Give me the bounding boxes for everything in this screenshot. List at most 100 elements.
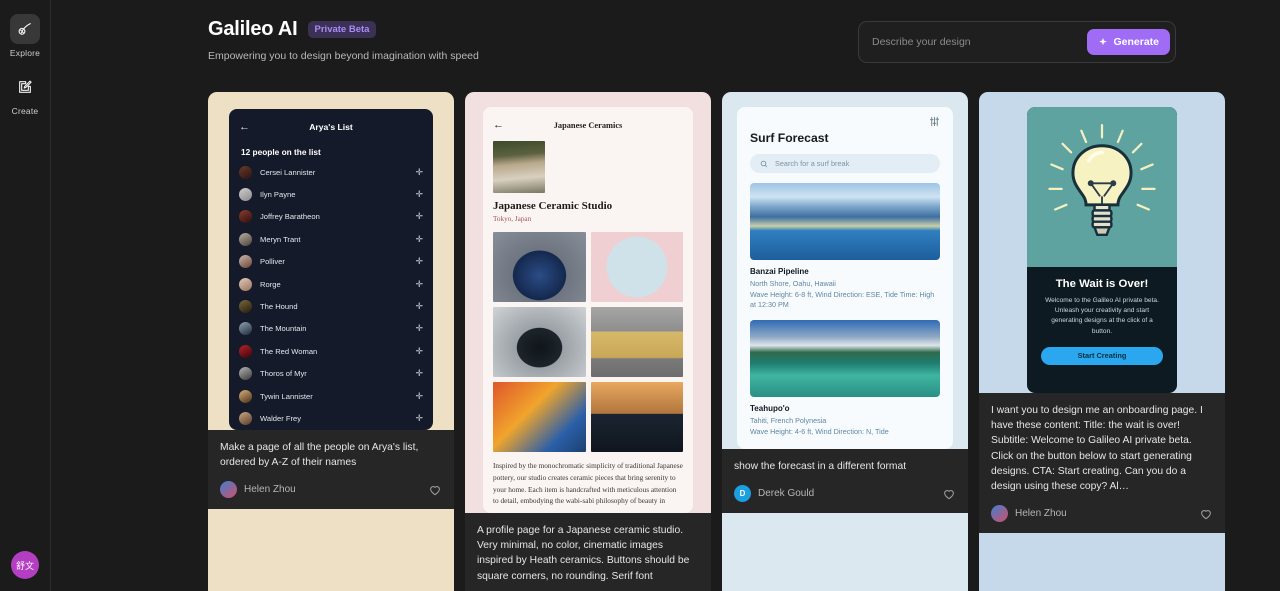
phone-title: Japanese Ceramics (553, 120, 623, 130)
sidebar-item-explore[interactable]: Explore (0, 14, 50, 58)
surf-photo[interactable] (750, 183, 940, 260)
feed-card-japanese-ceramics[interactable]: ← Japanese Ceramics Japanese Ceramic Stu… (465, 92, 711, 591)
avatar (239, 367, 252, 381)
avatar (239, 188, 252, 202)
gallery-image[interactable] (590, 382, 683, 452)
person-name: Walder Frey (260, 413, 302, 423)
app-root: Explore Create 舒文 Galileo AI Private Bet… (0, 0, 1280, 591)
phone-mock: ← Japanese Ceramics Japanese Ceramic Stu… (483, 107, 693, 513)
gallery-image[interactable] (493, 382, 586, 452)
back-arrow-icon[interactable]: ← (239, 121, 250, 133)
list-item[interactable]: The Red Woman ✛ (239, 340, 423, 362)
sidebar: Explore Create 舒文 (0, 0, 51, 591)
person-name: The Red Woman (260, 346, 318, 356)
filter-icon[interactable] (750, 116, 940, 127)
add-icon[interactable]: ✛ (415, 167, 423, 178)
feed-grid: ← Arya's List 12 people on the list Cers… (208, 92, 1280, 591)
feed-card-the-wait-is-over[interactable]: The Wait is Over! Welcome to the Galileo… (979, 92, 1225, 591)
surf-photo[interactable] (750, 320, 940, 398)
card-caption: show the forecast in a different format … (722, 449, 968, 514)
gallery-image[interactable] (493, 307, 586, 377)
spot-location: Tahiti, French Polynesia (750, 416, 827, 426)
list-item[interactable]: Rorge ✛ (239, 273, 423, 295)
feed-card-aryas-list[interactable]: ← Arya's List 12 people on the list Cers… (208, 92, 454, 591)
card-preview: Surf Forecast Search for a surf break Ba… (722, 92, 968, 449)
generate-label: Generate (1113, 36, 1159, 48)
avatar: D (734, 485, 751, 503)
add-icon[interactable]: ✛ (415, 234, 423, 245)
studio-photo (493, 141, 545, 193)
author-name: Helen Zhou (244, 484, 296, 496)
add-icon[interactable]: ✛ (415, 256, 423, 267)
phone-title: Surf Forecast (750, 131, 829, 145)
person-name: Ilyn Payne (260, 190, 296, 200)
phone-mock: Surf Forecast Search for a surf break Ba… (737, 107, 953, 449)
list-item[interactable]: Tywin Lannister ✛ (239, 385, 423, 407)
lightbulb-illustration (1027, 107, 1177, 267)
card-caption: Make a page of all the people on Arya's … (208, 430, 454, 510)
prompt-text: A profile page for a Japanese ceramic st… (477, 525, 690, 582)
spot-details: Wave Height: 4-6 ft, Wind Direction: N, … (750, 427, 889, 437)
search-input[interactable] (872, 36, 1088, 48)
gallery-image[interactable] (590, 232, 683, 302)
add-icon[interactable]: ✛ (415, 368, 423, 379)
spot-name: Teahupo'o (750, 404, 790, 414)
start-creating-button[interactable]: Start Creating (1041, 346, 1163, 365)
sidebar-item-create[interactable]: Create (0, 72, 50, 116)
gallery-image[interactable] (590, 307, 683, 377)
search-input[interactable]: Search for a surf break (750, 154, 940, 173)
card-caption: I want you to design me an onboarding pa… (979, 393, 1225, 534)
add-icon[interactable]: ✛ (415, 279, 423, 290)
like-heart-icon[interactable] (428, 483, 442, 497)
add-icon[interactable]: ✛ (415, 301, 423, 312)
phone-mock: The Wait is Over! Welcome to the Galileo… (1027, 107, 1177, 393)
list-count: 12 people on the list (241, 147, 321, 157)
add-icon[interactable]: ✛ (415, 413, 423, 424)
search-placeholder: Search for a surf break (775, 159, 850, 168)
list-item[interactable]: Meryn Trant ✛ (239, 228, 423, 250)
avatar (239, 344, 252, 358)
generate-button[interactable]: Generate (1087, 29, 1170, 55)
list-item[interactable]: Polliver ✛ (239, 251, 423, 273)
list-item[interactable]: Ilyn Payne ✛ (239, 183, 423, 205)
onboarding-heading: The Wait is Over! (1055, 278, 1149, 290)
feed-card-surf-forecast[interactable]: Surf Forecast Search for a surf break Ba… (722, 92, 968, 591)
list-item[interactable]: The Mountain ✛ (239, 318, 423, 340)
gallery-image[interactable] (493, 232, 586, 302)
person-name: Meryn Trant (260, 234, 301, 244)
prompt-text: Make a page of all the people on Arya's … (220, 442, 419, 469)
back-arrow-icon[interactable]: ← (493, 119, 504, 131)
spot-location: North Shore, Oahu, Hawaii (750, 279, 836, 288)
add-icon[interactable]: ✛ (415, 346, 423, 357)
person-name: Polliver (260, 257, 285, 267)
avatar (239, 232, 252, 246)
onboarding-body: The Wait is Over! Welcome to the Galileo… (1027, 267, 1177, 365)
list-item[interactable]: Cersei Lannister ✛ (239, 161, 423, 183)
list-item[interactable]: Walder Frey ✛ (239, 407, 423, 429)
avatar[interactable]: 舒文 (11, 551, 39, 579)
card-preview: ← Japanese Ceramics Japanese Ceramic Stu… (465, 92, 711, 513)
add-icon[interactable]: ✛ (415, 391, 423, 402)
add-icon[interactable]: ✛ (415, 189, 423, 200)
add-icon[interactable]: ✛ (415, 323, 423, 334)
comet-icon (10, 14, 40, 44)
list-item[interactable]: Joffrey Baratheon ✛ (239, 206, 423, 228)
like-heart-icon[interactable] (1199, 507, 1213, 521)
pencil-square-icon (10, 72, 40, 102)
list-item[interactable]: The Hound ✛ (239, 295, 423, 317)
sidebar-item-label: Explore (9, 48, 41, 58)
list-item[interactable]: Thoros of Myr ✛ (239, 363, 423, 385)
status-badge: Private Beta (307, 21, 377, 38)
phone-mock: ← Arya's List 12 people on the list Cers… (229, 109, 433, 430)
card-preview: ← Arya's List 12 people on the list Cers… (208, 92, 454, 430)
avatar (239, 411, 252, 425)
studio-description: Inspired by the monochromatic simplicity… (493, 461, 683, 506)
add-icon[interactable]: ✛ (415, 211, 423, 222)
avatar (239, 210, 252, 224)
prompt-text: show the forecast in a different format (734, 461, 907, 472)
prompt-bar[interactable]: Generate (858, 21, 1176, 63)
like-heart-icon[interactable] (942, 487, 956, 501)
card-preview: The Wait is Over! Welcome to the Galileo… (979, 92, 1225, 393)
spot-details: Wave Height: 6-8 ft, Wind Direction: ESE… (750, 290, 935, 310)
author-name: Helen Zhou (1015, 508, 1067, 520)
